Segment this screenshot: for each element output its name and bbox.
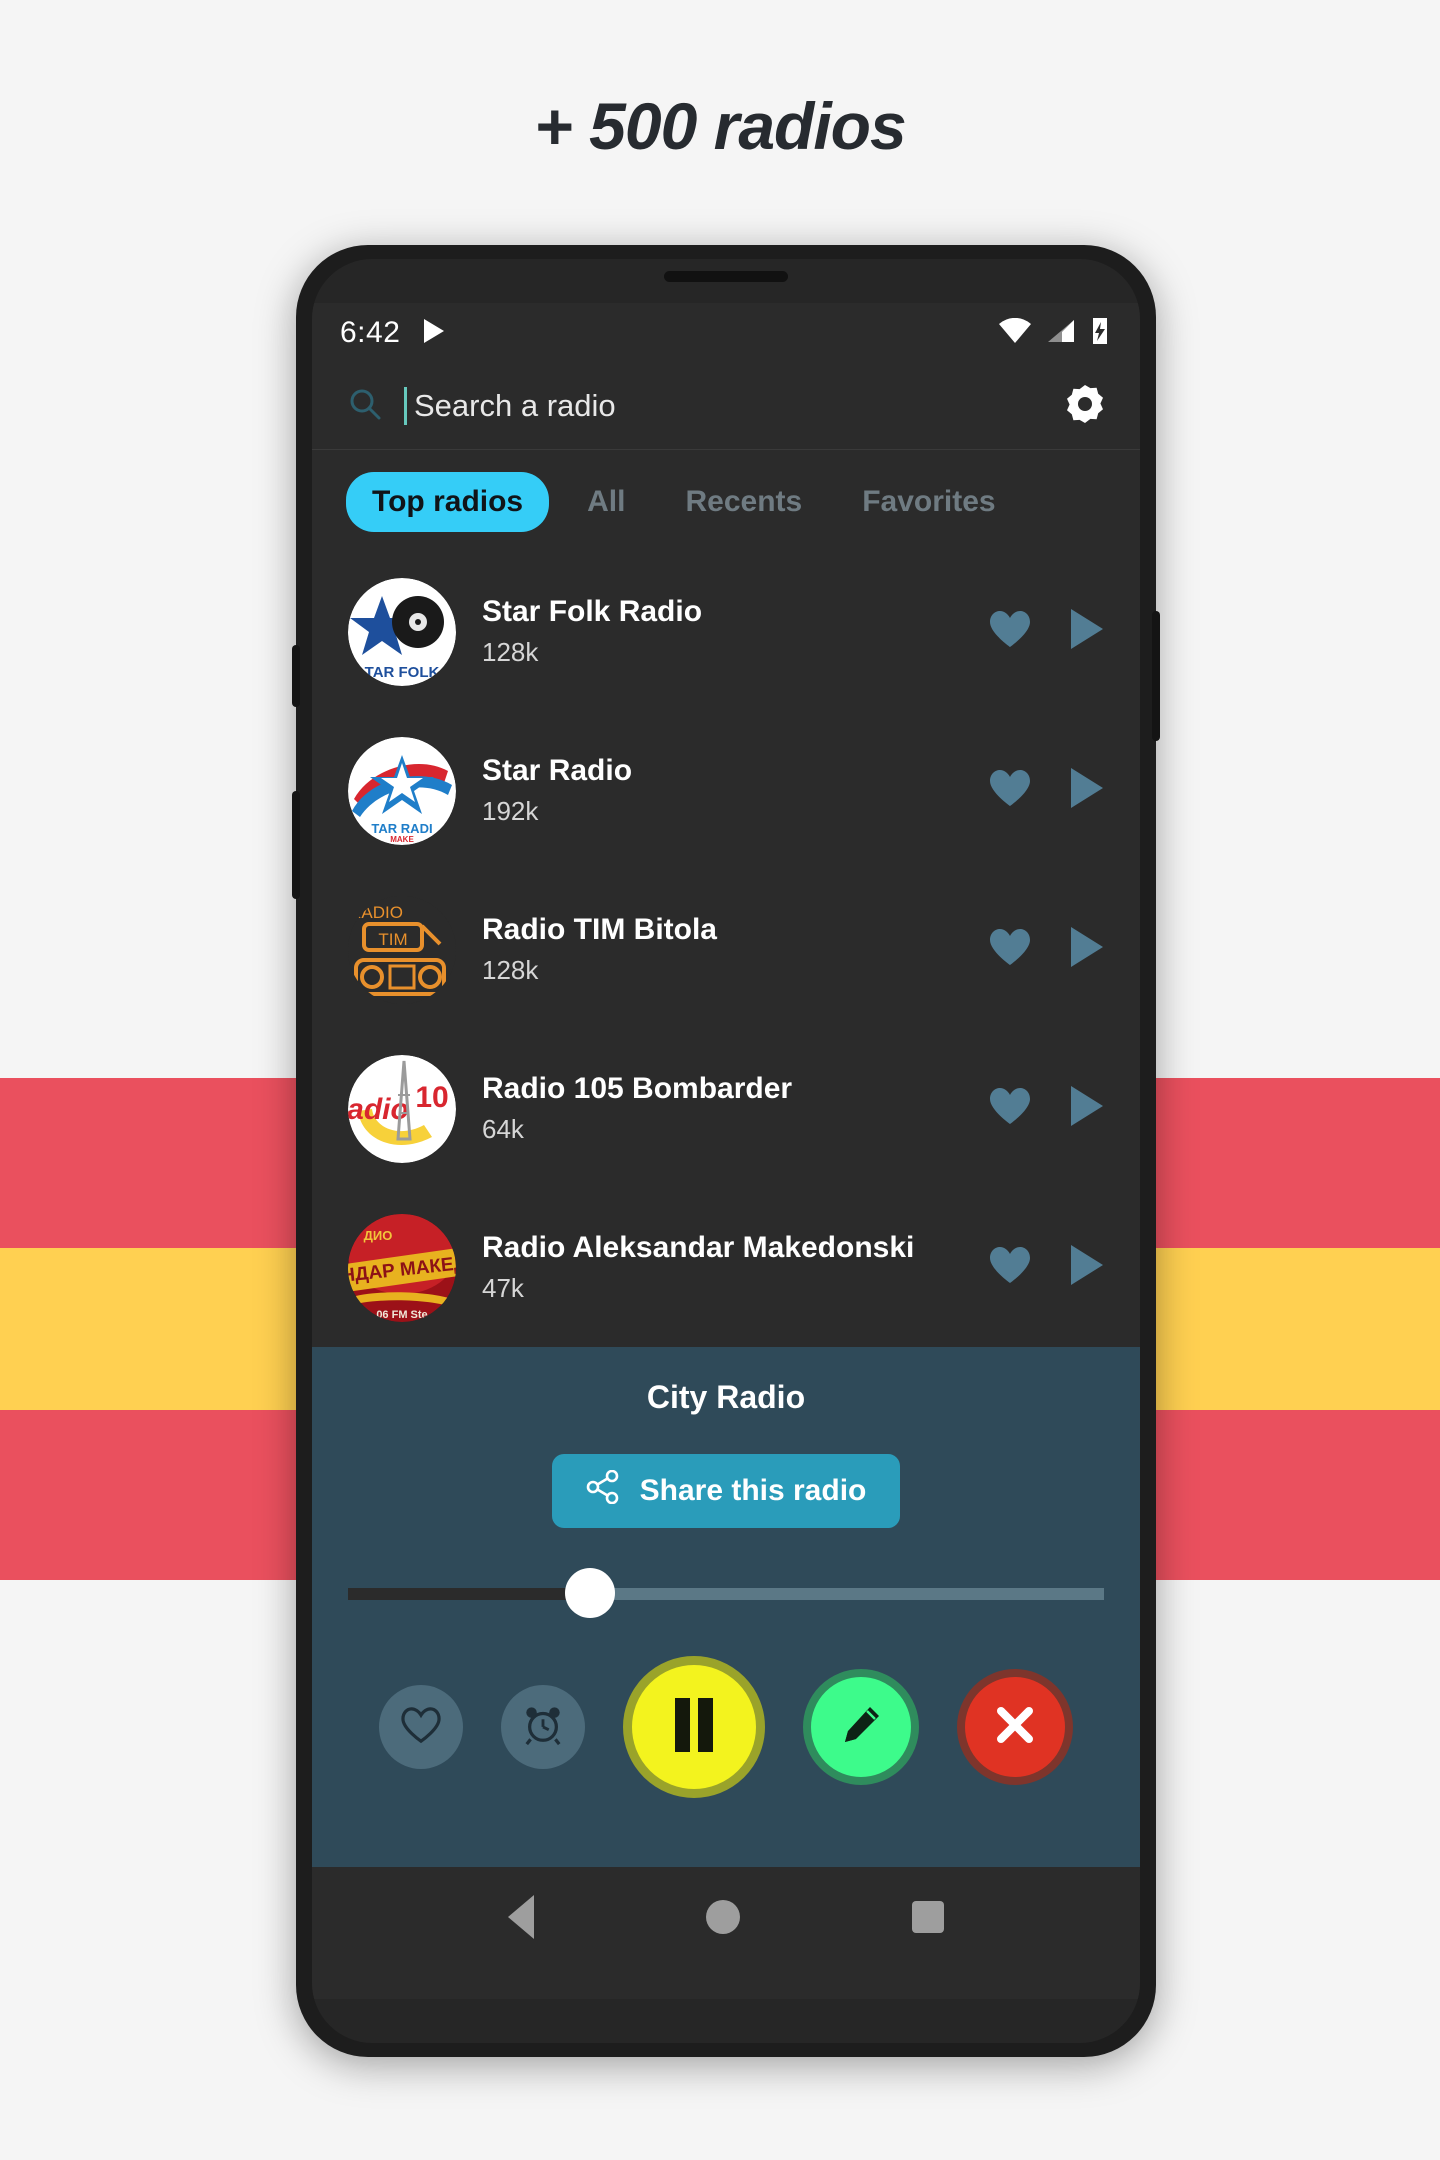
station-bitrate: 47k (482, 1273, 524, 1303)
play-icon[interactable] (1068, 766, 1106, 815)
tab-top-radios[interactable]: Top radios (346, 472, 550, 532)
alarm-clock-icon (522, 1704, 564, 1751)
sleep-timer-button[interactable] (501, 1685, 585, 1769)
back-triangle-icon[interactable] (508, 1895, 534, 1939)
station-bitrate: 128k (482, 637, 539, 667)
search-text-cursor (404, 387, 407, 425)
station-bitrate: 64k (482, 1114, 524, 1144)
list-item-actions (978, 607, 1106, 656)
pencil-icon (839, 1703, 883, 1752)
tab-all[interactable]: All (557, 485, 655, 519)
close-x-icon (993, 1703, 1037, 1752)
svg-text:ДИО: ДИО (364, 1228, 393, 1243)
status-bar-left: 6:42 (340, 316, 446, 350)
station-name: Star Folk Radio (482, 595, 703, 628)
share-icon (586, 1469, 620, 1512)
list-item[interactable]: adio 10 Radio 105 Bombarder 64k (312, 1029, 1140, 1188)
list-item-actions (978, 925, 1106, 974)
battery-charging-icon (1090, 317, 1110, 350)
earpiece-speaker (664, 271, 788, 282)
svg-text:RADIO: RADIO (349, 903, 403, 922)
list-item[interactable]: TAR FOLK Star Folk Radio 128k (312, 552, 1140, 711)
station-name: Radio TIM Bitola (482, 913, 717, 946)
share-this-radio-button[interactable]: Share this radio (551, 1454, 901, 1528)
search-bar[interactable]: Search a radio (312, 363, 1140, 450)
promo-headline: + 500 radios (534, 89, 906, 163)
gear-icon[interactable] (1064, 383, 1106, 430)
phone-screen-bezel: 6:42 Search a radio Top radios All Recen… (312, 259, 1140, 2043)
list-item[interactable]: RADIO TIM Radio TIM Bitola 128k (312, 870, 1140, 1029)
station-bitrate: 192k (482, 796, 539, 826)
heart-outline-icon (400, 1706, 442, 1749)
recents-square-icon[interactable] (912, 1901, 944, 1933)
volume-slider-thumb[interactable] (564, 1568, 615, 1618)
status-bar: 6:42 (312, 303, 1140, 363)
heart-icon[interactable] (988, 1086, 1032, 1131)
search-input[interactable]: Search a radio (414, 388, 1046, 424)
heart-icon[interactable] (988, 927, 1032, 972)
svg-text:10: 10 (415, 1081, 448, 1114)
radio-tim-bitola-logo: RADIO TIM (348, 895, 456, 1004)
player-panel: City Radio Share this radio (312, 1347, 1140, 1867)
radio-list: TAR FOLK Star Folk Radio 128k TAR RADI M… (312, 552, 1140, 1347)
search-icon (348, 387, 382, 426)
radio-105-bombarder-logo: adio 10 (348, 1054, 456, 1163)
android-navigation-bar (312, 1867, 1140, 1967)
wifi-icon (998, 317, 1032, 349)
app-screen: 6:42 Search a radio Top radios All Recen… (312, 303, 1140, 1999)
tab-recents[interactable]: Recents (655, 485, 832, 519)
list-item-actions (978, 1243, 1106, 1292)
category-tabs: Top radios All Recents Favorites (312, 450, 1140, 552)
list-item-text: Star Radio 192k (456, 754, 978, 827)
svg-text:TIM: TIM (378, 930, 407, 949)
station-name: Radio 105 Bombarder (482, 1072, 793, 1105)
phone-side-button-left-lower (292, 791, 300, 899)
play-icon[interactable] (1068, 1084, 1106, 1133)
close-button[interactable] (957, 1669, 1073, 1785)
tab-favorites[interactable]: Favorites (832, 485, 1025, 519)
share-row: Share this radio (312, 1454, 1140, 1528)
heart-icon[interactable] (988, 1245, 1032, 1290)
volume-slider-fill (348, 1588, 590, 1600)
cellular-signal-icon (1046, 318, 1076, 349)
share-button-label: Share this radio (639, 1474, 867, 1507)
play-icon (422, 317, 446, 350)
phone-mockup: 6:42 Search a radio Top radios All Recen… (292, 245, 1160, 2057)
station-name: Star Radio (482, 754, 633, 787)
edit-button[interactable] (803, 1669, 919, 1785)
list-item-text: Radio 105 Bombarder 64k (456, 1072, 978, 1145)
list-item-actions (978, 1084, 1106, 1133)
list-item-text: Star Folk Radio 128k (456, 595, 978, 668)
player-controls (312, 1656, 1140, 1798)
heart-icon[interactable] (988, 609, 1032, 654)
phone-side-button-left-upper (292, 645, 300, 707)
list-item-actions (978, 766, 1106, 815)
status-bar-right (998, 317, 1110, 350)
phone-side-button-right (1152, 611, 1160, 741)
svg-text:TAR FOLK: TAR FOLK (365, 664, 440, 681)
volume-slider[interactable] (348, 1568, 1104, 1618)
home-circle-icon[interactable] (706, 1900, 740, 1934)
heart-icon[interactable] (988, 768, 1032, 813)
star-folk-radio-logo: TAR FOLK (348, 577, 456, 686)
favorite-button[interactable] (379, 1685, 463, 1769)
list-item[interactable]: TAR RADI MAKE Star Radio 192k (312, 711, 1140, 870)
pause-icon (671, 1696, 717, 1759)
play-icon[interactable] (1068, 1243, 1106, 1292)
svg-text:MAKE: MAKE (390, 835, 414, 844)
play-icon[interactable] (1068, 607, 1106, 656)
station-bitrate: 128k (482, 955, 539, 985)
pause-button[interactable] (623, 1656, 765, 1798)
now-playing-title: City Radio (646, 1379, 806, 1415)
svg-text:TAR RADI: TAR RADI (371, 821, 432, 836)
status-bar-clock: 6:42 (340, 316, 401, 349)
star-radio-logo: TAR RADI MAKE (348, 736, 456, 845)
station-name: Radio Aleksandar Makedonski (482, 1231, 915, 1264)
radio-aleksandar-makedonski-logo: ДИО АНДАР МАКЕД 06 FM Ste (348, 1213, 456, 1322)
list-item-text: Radio TIM Bitola 128k (456, 913, 978, 986)
svg-text:06 FM Ste: 06 FM Ste (376, 1309, 427, 1321)
play-icon[interactable] (1068, 925, 1106, 974)
list-item[interactable]: ДИО АНДАР МАКЕД 06 FM Ste Radio Aleksand… (312, 1188, 1140, 1347)
list-item-text: Radio Aleksandar Makedonski 47k (456, 1231, 978, 1304)
